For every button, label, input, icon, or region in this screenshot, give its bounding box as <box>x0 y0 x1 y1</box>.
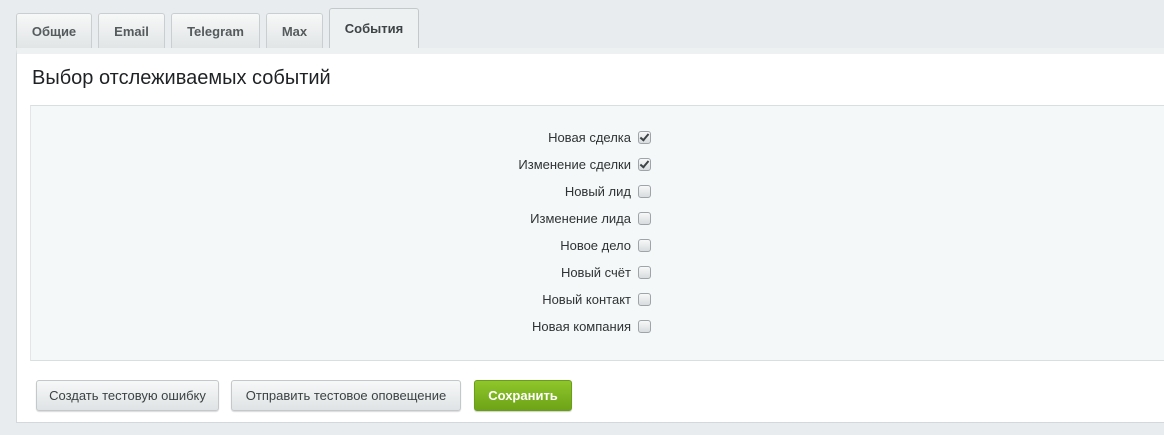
event-row-new-company: Новая компания <box>31 313 651 340</box>
event-label: Изменение лида <box>530 211 631 226</box>
tab-general[interactable]: Общие <box>16 13 92 48</box>
create-test-error-button[interactable]: Создать тестовую ошибку <box>36 380 219 411</box>
checkbox-new-invoice[interactable] <box>638 266 651 279</box>
event-label: Новое дело <box>560 238 631 253</box>
checkbox-new-contact[interactable] <box>638 293 651 306</box>
event-label: Новая сделка <box>548 130 631 145</box>
events-panel: Выбор отслеживаемых событий Новая сделка… <box>16 48 1164 423</box>
event-row-deal-change: Изменение сделки <box>31 151 651 178</box>
checkbox-new-lead[interactable] <box>638 185 651 198</box>
checkbox-new-task[interactable] <box>638 239 651 252</box>
event-row-new-invoice: Новый счёт <box>31 259 651 286</box>
events-options-area: Новая сделка Изменение сделки Новый лид … <box>30 105 1164 361</box>
event-label: Новый счёт <box>560 265 631 280</box>
event-label: Новый контакт <box>542 292 631 307</box>
save-button[interactable]: Сохранить <box>474 380 572 411</box>
send-test-notification-button[interactable]: Отправить тестовое оповещение <box>231 380 461 411</box>
event-row-lead-change: Изменение лида <box>31 205 651 232</box>
event-label: Новая компания <box>531 319 631 334</box>
checkbox-new-deal[interactable] <box>638 131 651 144</box>
checkbox-new-company[interactable] <box>638 320 651 333</box>
tab-email[interactable]: Email <box>98 13 165 48</box>
event-row-new-lead: Новый лид <box>31 178 651 205</box>
tab-max[interactable]: Max <box>266 13 323 48</box>
event-row-new-contact: Новый контакт <box>31 286 651 313</box>
tab-telegram[interactable]: Telegram <box>171 13 260 48</box>
tab-events[interactable]: События <box>329 8 419 48</box>
checkbox-deal-change[interactable] <box>638 158 651 171</box>
checkbox-lead-change[interactable] <box>638 212 651 225</box>
event-label: Новый лид <box>564 184 631 199</box>
event-row-new-task: Новое дело <box>31 232 651 259</box>
tab-bar: Общие Email Telegram Max События <box>16 8 425 48</box>
event-label: Изменение сделки <box>518 157 631 172</box>
event-row-new-deal: Новая сделка <box>31 124 651 151</box>
panel-title: Выбор отслеживаемых событий <box>32 67 331 89</box>
